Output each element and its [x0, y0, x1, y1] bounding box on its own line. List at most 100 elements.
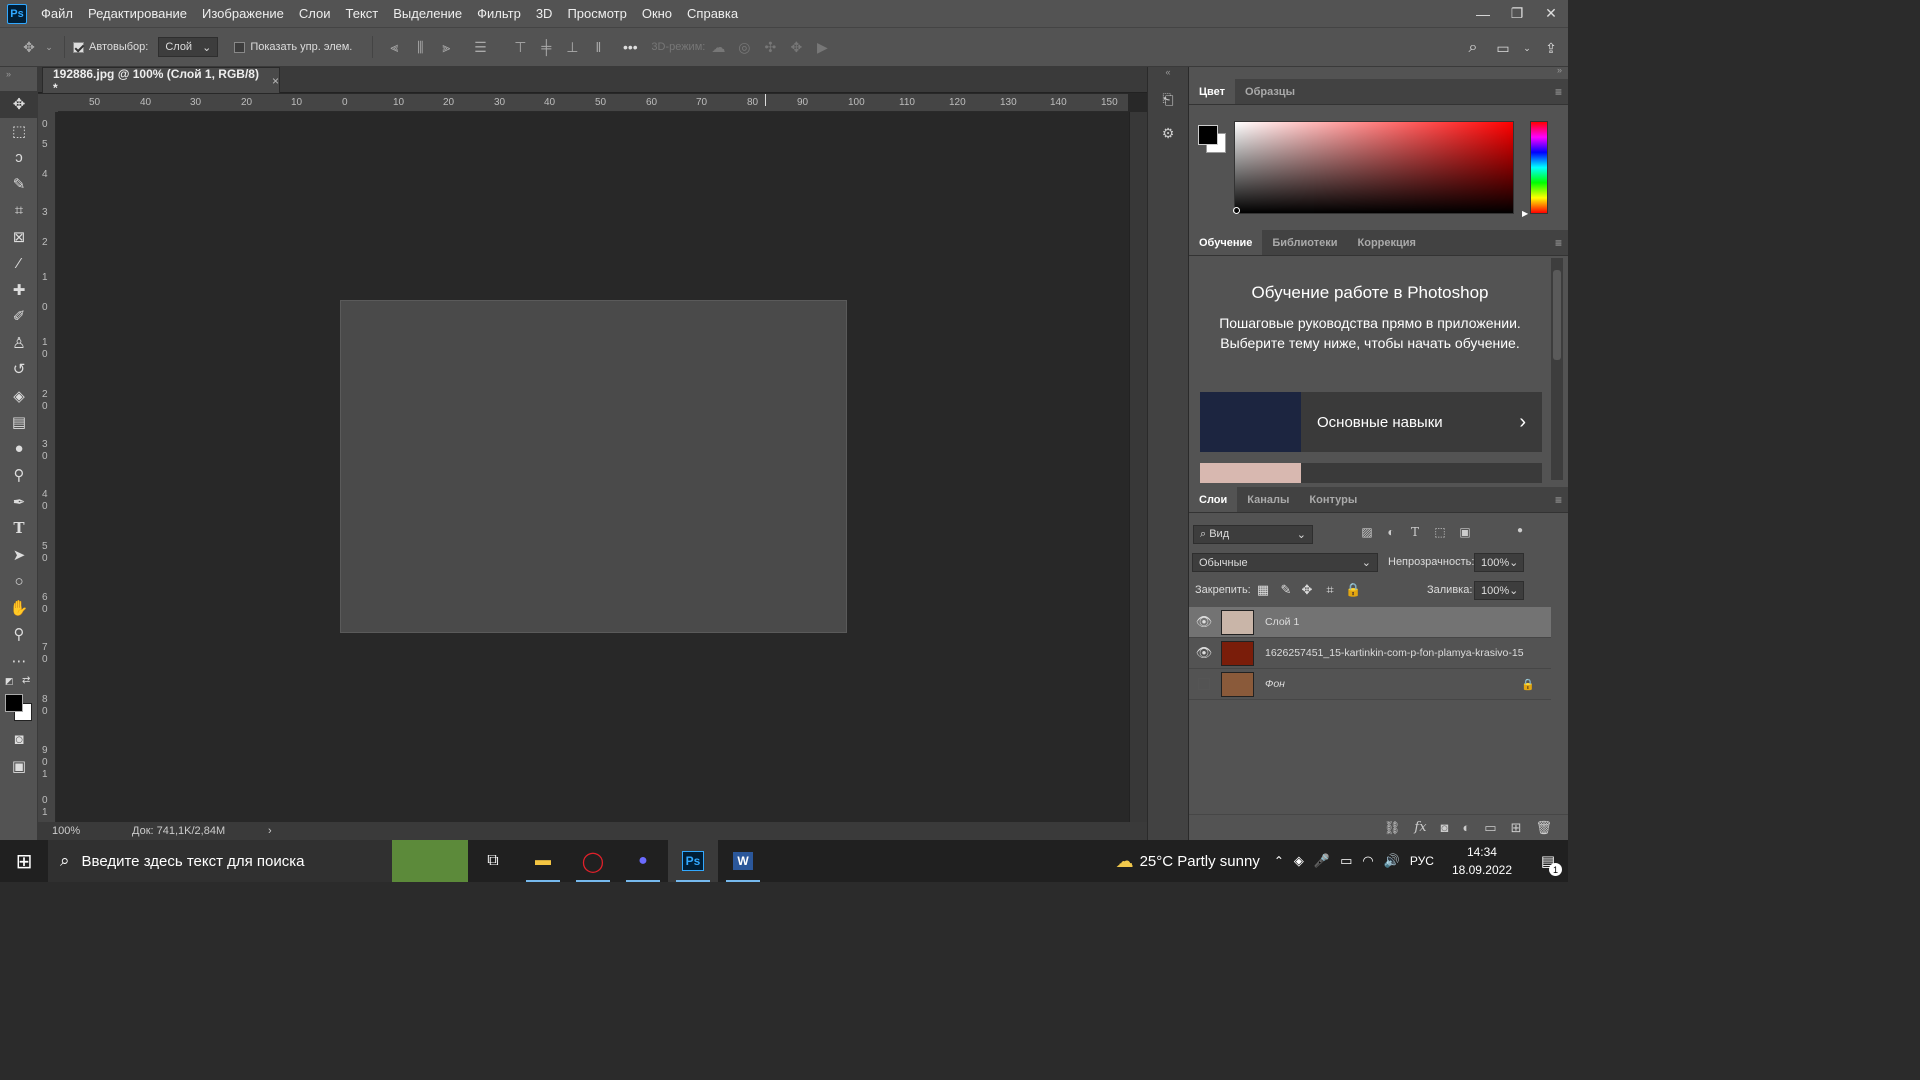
windows-start-icon[interactable]: ⊞: [0, 840, 48, 882]
canvas-area[interactable]: [58, 112, 1128, 822]
layer-style-icon[interactable]: fx: [1414, 820, 1426, 835]
align-right-icon[interactable]: ⫸: [433, 35, 459, 59]
microphone-icon[interactable]: 🎤: [1314, 853, 1330, 869]
camera-3d-icon[interactable]: ▶: [809, 35, 835, 59]
language-indicator[interactable]: РУС: [1410, 854, 1434, 868]
move-tool-icon[interactable]: ✥: [0, 91, 38, 118]
vertical-ruler[interactable]: 0 5 4 3 2 1 0 1 0 2 0 3 0 4 0 5 0 6 0 7 …: [38, 112, 56, 822]
tab-learn[interactable]: Обучение: [1189, 230, 1263, 255]
menu-type[interactable]: Текст: [346, 6, 379, 21]
tab-channels[interactable]: Каналы: [1237, 487, 1299, 512]
layer-filter-dropdown[interactable]: ⌕ Вид ⌄: [1193, 525, 1313, 544]
horizontal-ruler[interactable]: 50 40 30 20 10 0 10 20 30 40 50 60 70 80…: [58, 94, 1128, 112]
document-tab[interactable]: 192886.jpg @ 100% (Слой 1, RGB/8) * ×: [42, 67, 280, 95]
new-group-icon[interactable]: ▭: [1484, 820, 1496, 836]
eyedropper-tool-icon[interactable]: ⁄: [0, 250, 38, 277]
filter-smart-object-icon[interactable]: ▣: [1456, 525, 1474, 539]
swap-colors-icon[interactable]: ⇄: [22, 675, 30, 686]
workspace-icon[interactable]: ▭: [1490, 36, 1516, 60]
lock-artboard-icon[interactable]: ⌗: [1322, 582, 1338, 598]
menu-file[interactable]: Файл: [41, 6, 73, 21]
status-menu-arrow[interactable]: ›: [268, 825, 272, 837]
brush-tool-icon[interactable]: ✐: [0, 303, 38, 330]
add-mask-icon[interactable]: ◙: [1441, 820, 1449, 835]
layer-name[interactable]: Фон: [1265, 678, 1285, 690]
panel-menu-icon[interactable]: ≡: [1555, 85, 1562, 99]
layer-row[interactable]: 👁 Слой 1: [1189, 607, 1551, 638]
weather-text[interactable]: 25°C Partly sunny: [1140, 853, 1260, 870]
lock-transparent-icon[interactable]: ▦: [1255, 582, 1271, 598]
collapse-toolbar-icon[interactable]: »: [0, 67, 37, 91]
new-layer-icon[interactable]: ⊞: [1511, 820, 1522, 836]
minimize-button[interactable]: —: [1466, 0, 1500, 27]
eye-icon[interactable]: 👁: [1189, 645, 1219, 661]
history-brush-tool-icon[interactable]: ↺: [0, 356, 38, 383]
menu-3d[interactable]: 3D: [536, 6, 553, 21]
menu-window[interactable]: Окно: [642, 6, 672, 21]
panel-menu-icon[interactable]: ≡: [1555, 493, 1562, 507]
filter-type-icon[interactable]: T: [1406, 525, 1424, 539]
close-tab-icon[interactable]: ×: [272, 74, 279, 88]
gradient-tool-icon[interactable]: ▤: [0, 409, 38, 436]
tab-libraries[interactable]: Библиотеки: [1262, 230, 1347, 255]
adjustment-layer-icon[interactable]: ◐: [1462, 820, 1470, 835]
marquee-tool-icon[interactable]: ⬚: [0, 118, 38, 145]
color-picker-marker[interactable]: [1233, 207, 1240, 214]
zoom-tool-icon[interactable]: ⚲: [0, 621, 38, 648]
eye-icon[interactable]: 👁: [1189, 614, 1219, 630]
tab-layers[interactable]: Слои: [1189, 487, 1238, 512]
collapse-panels-icon[interactable]: »: [1557, 65, 1562, 75]
clock[interactable]: 14:34 18.09.2022: [1452, 843, 1512, 879]
wifi-icon[interactable]: ◠: [1362, 853, 1373, 869]
tab-color[interactable]: Цвет: [1189, 79, 1236, 104]
menu-filter[interactable]: Фильтр: [477, 6, 521, 21]
show-transform-checkbox[interactable]: [234, 41, 246, 53]
visibility-toggle[interactable]: [1189, 678, 1219, 690]
align-vcenter-icon[interactable]: ╪: [533, 35, 559, 59]
tab-swatches[interactable]: Образцы: [1235, 79, 1305, 104]
menu-layer[interactable]: Слои: [299, 6, 331, 21]
more-options-icon[interactable]: •••: [617, 35, 643, 59]
ellipse-tool-icon[interactable]: ○: [0, 568, 38, 595]
search-icon[interactable]: ⌕: [1460, 36, 1486, 60]
foreground-color-swatch[interactable]: [1198, 125, 1218, 145]
opera-icon[interactable]: ◯: [568, 840, 618, 882]
autoselect-option[interactable]: Автовыбор:: [73, 41, 148, 53]
lasso-tool-icon[interactable]: ↄ: [0, 144, 38, 171]
autoselect-checkbox[interactable]: [73, 41, 84, 53]
menu-image[interactable]: Изображение: [202, 6, 284, 21]
align-hcenter-icon[interactable]: ⫼: [407, 35, 433, 59]
lock-position-icon[interactable]: ✥: [1299, 582, 1315, 598]
chat-app-icon[interactable]: ●: [618, 840, 668, 882]
taskbar-search-box[interactable]: ⌕ Введите здесь текст для поиска: [48, 840, 392, 882]
frame-tool-icon[interactable]: ⊠: [0, 224, 38, 251]
tab-paths[interactable]: Контуры: [1299, 487, 1367, 512]
history-panel-icon[interactable]: ⎗: [1154, 85, 1182, 113]
screen-mode-icon[interactable]: ▣: [0, 753, 38, 780]
task-view-icon[interactable]: ⧉: [468, 840, 518, 882]
layer-name[interactable]: Слой 1: [1265, 616, 1299, 628]
layer-row[interactable]: Фон 🔒: [1189, 669, 1551, 700]
filter-toggle-icon[interactable]: ●: [1511, 525, 1529, 536]
panel-menu-icon[interactable]: ≡: [1555, 236, 1562, 250]
layer-name[interactable]: 1626257451_15-kartinkin-com-p-fon-plamya…: [1265, 647, 1524, 659]
quick-selection-tool-icon[interactable]: ✎: [0, 171, 38, 198]
blend-mode-dropdown[interactable]: Обычные ⌄: [1192, 553, 1378, 572]
volume-icon[interactable]: 🔊: [1384, 853, 1400, 869]
distribute-vertical-icon[interactable]: ‖: [585, 35, 611, 59]
vertical-scrollbar[interactable]: [1129, 112, 1147, 822]
lock-all-icon[interactable]: 🔒: [1345, 582, 1361, 598]
notifications-button[interactable]: ▤ 1: [1528, 840, 1568, 882]
align-top-icon[interactable]: ⊤: [507, 35, 533, 59]
pen-tool-icon[interactable]: ✒: [0, 489, 38, 516]
menu-view[interactable]: Просмотр: [567, 6, 626, 21]
eraser-tool-icon[interactable]: ◈: [0, 383, 38, 410]
opacity-field[interactable]: 100% ⌄: [1474, 553, 1524, 572]
hand-tool-icon[interactable]: ✋: [0, 595, 38, 622]
crop-tool-icon[interactable]: ⌗: [0, 197, 38, 224]
type-tool-icon[interactable]: T: [0, 515, 38, 542]
default-colors-icon[interactable]: ◩: [5, 676, 14, 687]
healing-brush-tool-icon[interactable]: ✚: [0, 277, 38, 304]
slide-3d-icon[interactable]: ✥: [783, 35, 809, 59]
align-bottom-icon[interactable]: ⊥: [559, 35, 585, 59]
